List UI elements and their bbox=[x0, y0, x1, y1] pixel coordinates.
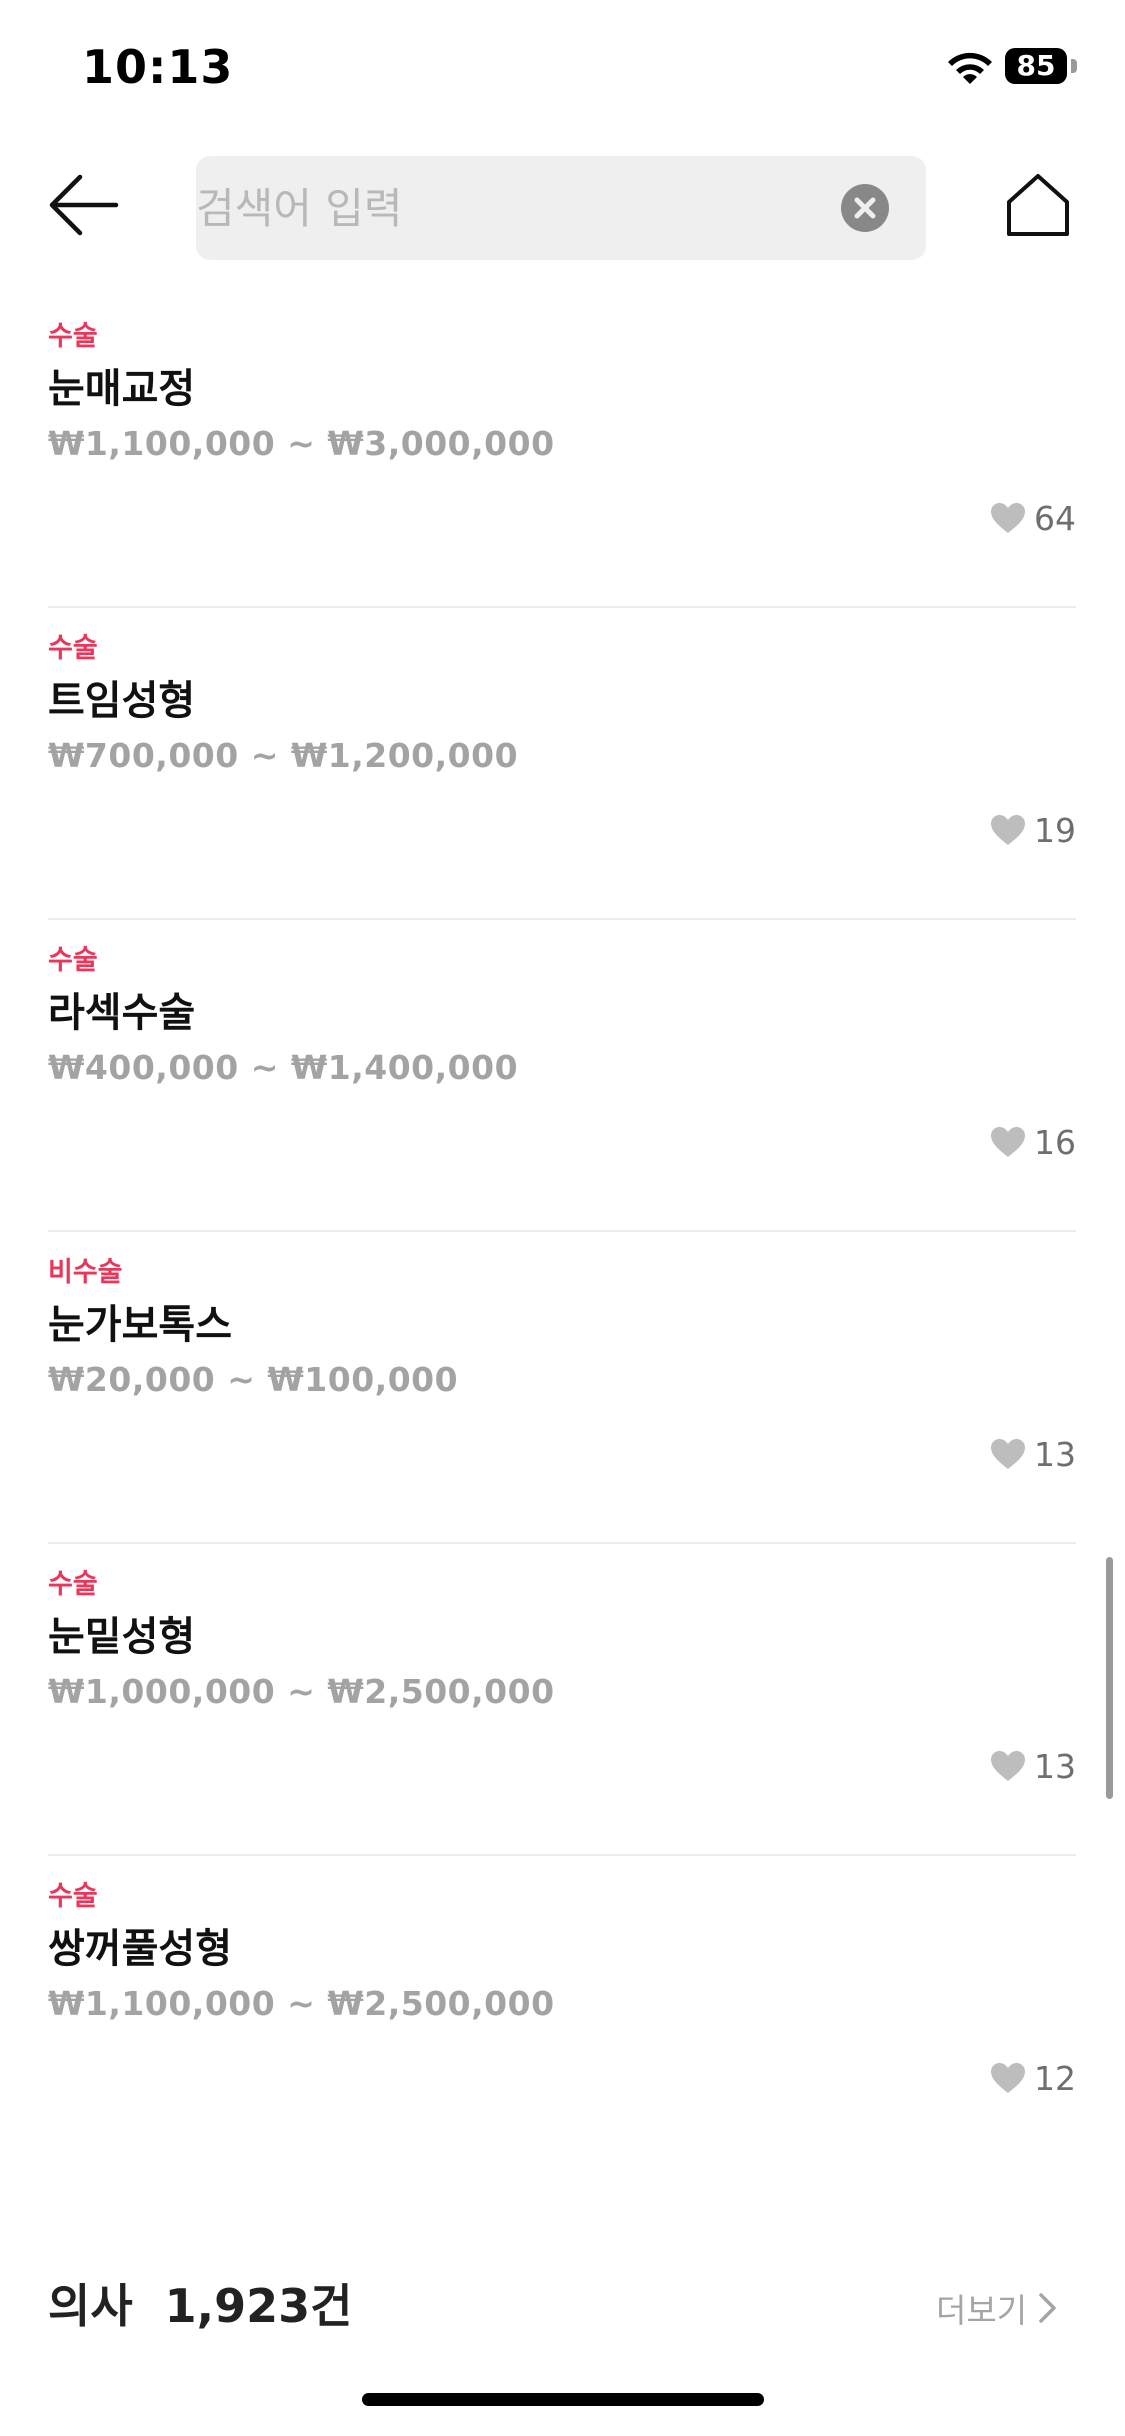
see-more-label: 더보기 bbox=[936, 2291, 1028, 2330]
procedure-item[interactable]: 수술 트임성형 ₩700,000 ~ ₩1,200,000 19 bbox=[48, 608, 1076, 920]
battery-icon: 85 bbox=[1005, 48, 1077, 86]
search-bar[interactable] bbox=[196, 156, 926, 260]
see-more-button[interactable]: 더보기 bbox=[936, 2284, 1059, 2332]
home-indicator[interactable] bbox=[362, 2393, 764, 2406]
heart-icon bbox=[991, 503, 1025, 533]
like-counter: 16 bbox=[990, 1120, 1076, 1164]
procedure-price-range: ₩700,000 ~ ₩1,200,000 bbox=[48, 736, 519, 775]
procedure-category: 수술 bbox=[48, 321, 98, 352]
like-count: 12 bbox=[1034, 2058, 1076, 2098]
procedure-item[interactable]: 수술 쌍꺼풀성형 ₩1,100,000 ~ ₩2,500,000 12 bbox=[48, 1856, 1076, 2166]
heart-icon bbox=[991, 1439, 1025, 1469]
like-counter: 64 bbox=[990, 496, 1076, 540]
like-count: 13 bbox=[1034, 1434, 1076, 1474]
battery-cap bbox=[1071, 59, 1077, 73]
procedure-name: 눈밑성형 bbox=[48, 1614, 196, 1660]
procedure-item[interactable]: 수술 눈밑성형 ₩1,000,000 ~ ₩2,500,000 13 bbox=[48, 1544, 1076, 1856]
procedure-price-range: ₩400,000 ~ ₩1,400,000 bbox=[48, 1048, 519, 1087]
procedure-name: 눈매교정 bbox=[48, 366, 196, 412]
procedure-category: 수술 bbox=[48, 945, 98, 976]
back-arrow-icon[interactable] bbox=[46, 170, 122, 240]
procedure-item[interactable]: 수술 눈매교정 ₩1,100,000 ~ ₩3,000,000 64 bbox=[48, 296, 1076, 608]
procedure-price-range: ₩1,100,000 ~ ₩3,000,000 bbox=[48, 424, 555, 463]
procedure-name: 눈가보톡스 bbox=[48, 1302, 232, 1348]
procedure-name: 쌍꺼풀성형 bbox=[48, 1926, 232, 1972]
procedure-category: 수술 bbox=[48, 1569, 98, 1600]
like-count: 64 bbox=[1034, 498, 1076, 538]
procedure-list: 수술 눈매교정 ₩1,100,000 ~ ₩3,000,000 64 수술 트임… bbox=[48, 296, 1076, 2166]
heart-icon bbox=[991, 2063, 1025, 2093]
heart-icon bbox=[991, 1127, 1025, 1157]
like-count: 16 bbox=[1034, 1122, 1076, 1162]
procedure-category: 수술 bbox=[48, 633, 98, 664]
heart-icon bbox=[991, 1751, 1025, 1781]
procedure-category: 비수술 bbox=[48, 1257, 123, 1288]
scroll-indicator[interactable] bbox=[1106, 1557, 1113, 1799]
procedure-item[interactable]: 비수술 눈가보톡스 ₩20,000 ~ ₩100,000 13 bbox=[48, 1232, 1076, 1544]
procedure-name: 라섹수술 bbox=[48, 990, 196, 1036]
like-count: 19 bbox=[1034, 810, 1076, 850]
doctors-section-title: 의사 1,923건 bbox=[48, 2279, 353, 2333]
procedure-name: 트임성형 bbox=[48, 678, 196, 724]
heart-icon bbox=[991, 815, 1025, 845]
procedure-price-range: ₩1,000,000 ~ ₩2,500,000 bbox=[48, 1672, 555, 1711]
like-counter: 13 bbox=[990, 1432, 1076, 1476]
battery-level: 85 bbox=[1005, 48, 1067, 84]
status-time: 10:13 bbox=[82, 40, 234, 94]
like-count: 13 bbox=[1034, 1746, 1076, 1786]
status-bar: 10:13 85 bbox=[0, 0, 1125, 140]
chevron-right-icon bbox=[1039, 2293, 1056, 2323]
like-counter: 13 bbox=[990, 1744, 1076, 1788]
clear-search-button[interactable] bbox=[841, 184, 889, 232]
like-counter: 12 bbox=[990, 2056, 1076, 2100]
like-counter: 19 bbox=[990, 808, 1076, 852]
procedure-item[interactable]: 수술 라섹수술 ₩400,000 ~ ₩1,400,000 16 bbox=[48, 920, 1076, 1232]
procedure-category: 수술 bbox=[48, 1881, 98, 1912]
close-icon bbox=[854, 197, 876, 219]
search-input[interactable] bbox=[196, 156, 816, 260]
procedure-price-range: ₩1,100,000 ~ ₩2,500,000 bbox=[48, 1984, 555, 2023]
home-icon[interactable] bbox=[1003, 170, 1073, 240]
wifi-icon bbox=[948, 52, 992, 84]
procedure-price-range: ₩20,000 ~ ₩100,000 bbox=[48, 1360, 459, 1399]
